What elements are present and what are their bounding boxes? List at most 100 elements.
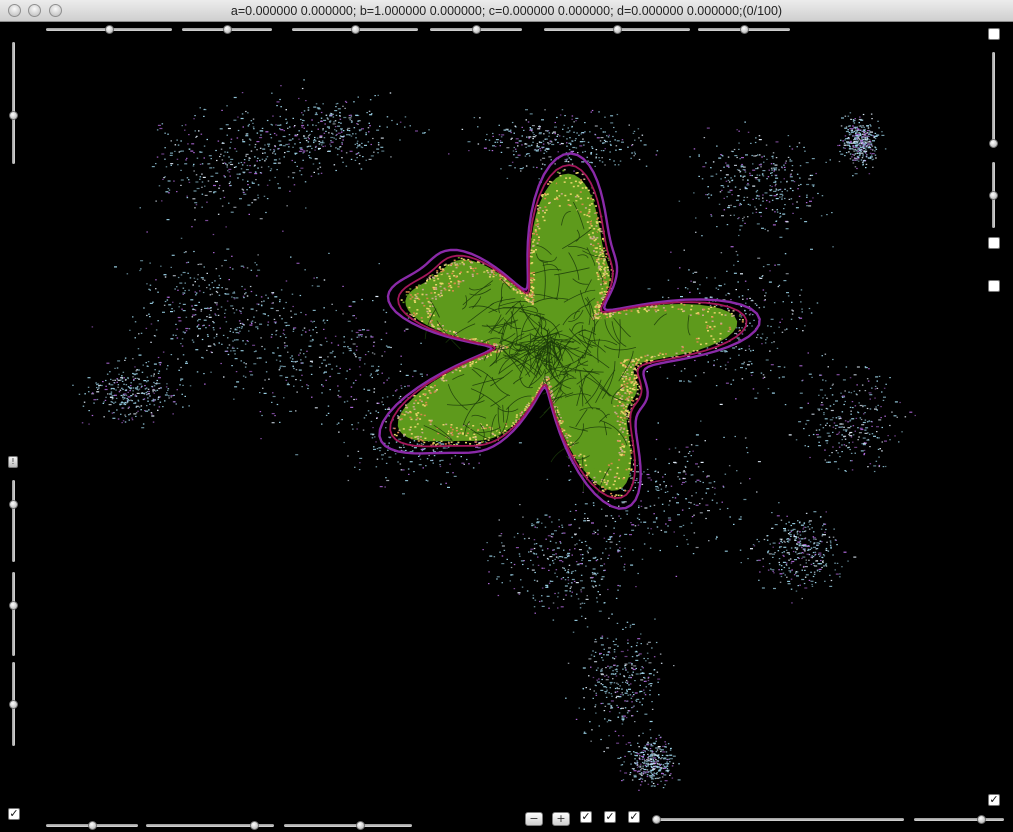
cloud-point [801,308,803,310]
cloud-point [582,688,585,690]
cloud-point [639,765,642,767]
cloud-point [733,523,735,525]
cloud-point [617,550,621,552]
cloud-point [804,530,806,533]
cloud-point [551,521,553,523]
cloud-point [579,580,583,582]
cloud-point [224,162,226,164]
cloud-point [726,507,729,510]
cloud-point [274,153,277,155]
cloud-point [259,218,263,220]
cloud-point [568,142,572,144]
cloud-point [731,180,733,182]
cloud-point [400,355,402,357]
cloud-point [349,119,351,121]
cloud-point [376,129,380,131]
cloud-point [421,450,424,452]
cloud-point [217,308,219,310]
cloud-point [856,141,858,143]
cloud-point [830,546,832,548]
cloud-point [656,766,660,768]
cloud-point [637,638,641,640]
cloud-point [347,346,349,348]
cloud-point [865,142,867,144]
cloud-point [909,411,913,413]
cloud-point [259,137,263,139]
cloud-point [775,198,779,200]
cloud-point [486,542,488,544]
cloud-point [630,677,632,679]
cloud-point [776,193,778,195]
cloud-point [821,541,823,543]
cloud-point [859,417,862,419]
cloud-point [543,133,545,135]
cloud-point [647,490,649,492]
cloud-point [387,449,389,451]
cloud-point [222,190,225,192]
cloud-point [257,194,259,196]
cloud-point [203,157,205,159]
cloud-point [142,364,144,366]
fractal-plot[interactable] [0,22,1013,832]
cloud-point [750,372,752,374]
cloud-point [153,385,156,387]
cloud-point [624,664,627,666]
cloud-point [164,276,167,278]
cloud-point [795,439,798,441]
cloud-point [750,548,753,550]
cloud-point [316,107,320,109]
cloud-point [446,447,448,449]
cloud-point [664,491,667,493]
cloud-point [878,127,880,129]
cloud-point [91,326,94,328]
cloud-point [348,117,352,119]
title-bar[interactable]: a=0.000000 0.000000; b=1.000000 0.000000… [0,0,1013,22]
cloud-point [720,178,722,180]
cloud-point [814,582,817,584]
cloud-point [786,576,788,578]
cloud-point [527,145,531,147]
cloud-point [730,150,733,152]
cloud-point [192,198,196,200]
cloud-point [494,141,496,143]
cloud-point [682,471,686,473]
cloud-point [141,371,144,373]
cloud-point [192,314,196,316]
cloud-point [231,255,233,257]
cloud-point [438,442,440,444]
cloud-point [350,396,353,398]
cloud-point [776,515,780,517]
cloud-point [760,166,762,168]
cloud-point [585,598,589,600]
cloud-point [848,148,852,150]
cloud-point [682,481,685,484]
cloud-point [335,106,337,108]
cloud-point [140,260,144,262]
cloud-point [758,579,760,581]
cloud-point [179,282,183,284]
cloud-point [215,314,217,316]
cloud-point [180,237,183,239]
cloud-point [783,551,785,553]
cloud-point [798,184,800,186]
cloud-point [655,751,658,753]
cloud-point [170,395,174,397]
cloud-point [536,580,539,582]
cloud-point [110,384,114,386]
cloud-point [827,550,830,552]
cloud-point [303,137,307,139]
cloud-point [706,277,708,279]
cloud-point [854,153,857,155]
cloud-point [875,148,878,150]
cloud-point [337,108,341,110]
cloud-point [213,191,217,193]
cloud-point [641,558,644,560]
cloud-point [866,137,868,139]
cloud-point [594,556,597,558]
cloud-point [321,144,323,146]
cloud-point [163,274,167,276]
cloud-point [614,669,618,671]
cloud-point [499,145,501,147]
cloud-point [116,409,118,411]
cloud-point [454,455,457,457]
